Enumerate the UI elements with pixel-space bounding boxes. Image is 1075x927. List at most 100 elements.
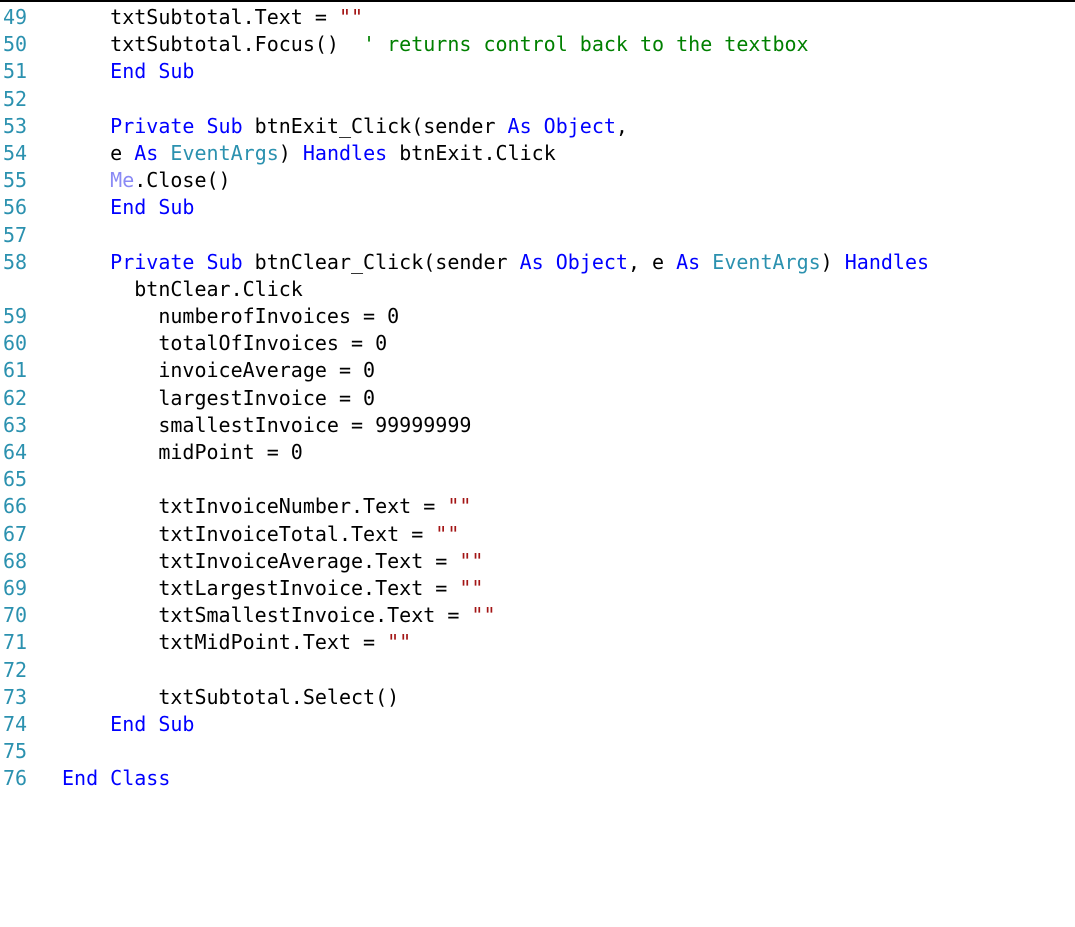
code-token: btnClear_Click(sender: [242, 249, 520, 274]
code-token: btnExit.Click: [387, 140, 556, 165]
code-line: 56 End Sub: [0, 194, 1075, 221]
line-number: 51: [3, 59, 28, 84]
line-number: 56: [3, 195, 28, 220]
code-token: "": [435, 521, 460, 546]
code-text: Me.Close(): [62, 167, 1075, 194]
code-token: txtInvoiceNumber.Text =: [158, 494, 448, 519]
code-text: txtSubtotal.Text = "": [62, 4, 1075, 31]
code-token: As: [676, 249, 701, 274]
code-line: 54 e As EventArgs) Handles btnExit.Click: [0, 140, 1075, 167]
line-number: 64: [3, 440, 28, 464]
line-number: 75: [3, 739, 28, 764]
code-token: txtInvoiceAverage.Text =: [158, 548, 460, 573]
code-token: totalOfInvoices = 0: [158, 331, 388, 356]
code-line: 73 txtSubtotal.Select(): [0, 684, 1075, 711]
code-token: txtSubtotal.Text =: [110, 5, 339, 29]
code-token: Object: [555, 249, 628, 274]
code-token: "": [459, 575, 484, 600]
code-line: 68 txtInvoiceAverage.Text = "": [0, 548, 1075, 575]
code-line: btnClear.Click: [0, 276, 1075, 303]
line-number: 70: [3, 603, 28, 628]
code-token: txtSmallestInvoice.Text =: [158, 603, 472, 628]
line-number: 62: [3, 385, 28, 410]
line-number: 76: [3, 766, 28, 791]
code-line: 62 largestInvoice = 0: [0, 385, 1075, 412]
line-number: [0, 276, 62, 303]
code-token: Private Sub: [110, 249, 243, 274]
code-text: txtSmallestInvoice.Text = "": [62, 602, 1075, 629]
code-text: Private Sub btnClear_Click(sender As Obj…: [62, 249, 1075, 276]
code-text: numberofInvoices = 0: [62, 303, 1075, 330]
code-line: 61 invoiceAverage = 0: [0, 357, 1075, 384]
code-token: "": [471, 603, 496, 628]
code-token: ' returns control back to the textbox: [363, 32, 809, 57]
code-text: txtSubtotal.Select(): [62, 684, 1075, 711]
code-token: btnExit_Click(sender: [242, 113, 508, 138]
line-number: 66: [3, 494, 28, 519]
code-token: .Close(): [134, 168, 231, 193]
code-text: txtInvoiceAverage.Text = "": [62, 548, 1075, 575]
code-text: End Sub: [62, 194, 1075, 221]
line-number: 65: [3, 467, 28, 492]
code-line: 66 txtInvoiceNumber.Text = "": [0, 493, 1075, 520]
code-token: e: [110, 140, 135, 165]
line-number: 53: [3, 113, 28, 138]
line-number: 73: [3, 684, 28, 709]
line-number: 58: [3, 249, 28, 274]
code-text: txtSubtotal.Focus() ' returns control ba…: [62, 31, 1075, 58]
code-text: txtLargestInvoice.Text = "": [62, 575, 1075, 602]
code-token: Private Sub: [110, 113, 243, 138]
code-token: As: [507, 113, 532, 138]
code-token: End Sub: [110, 711, 195, 736]
code-token: txtLargestInvoice.Text =: [158, 575, 460, 600]
code-line: 57: [0, 222, 1075, 249]
code-token: numberofInvoices = 0: [158, 304, 400, 329]
code-token: "": [459, 548, 484, 573]
line-number: 71: [3, 630, 28, 655]
code-token: ): [278, 140, 303, 165]
code-line: 50 txtSubtotal.Focus() ' returns control…: [0, 31, 1075, 58]
code-line: 59 numberofInvoices = 0: [0, 303, 1075, 330]
line-number: 55: [3, 168, 28, 193]
code-line: 71 txtMidPoint.Text = "": [0, 629, 1075, 656]
line-number: 60: [3, 331, 28, 356]
code-token: invoiceAverage = 0: [158, 358, 376, 383]
top-rule: [0, 0, 1075, 2]
line-number: 49: [3, 5, 28, 29]
code-token: , e: [627, 249, 677, 274]
code-token: Handles: [844, 249, 930, 274]
code-token: ,: [615, 113, 628, 138]
code-line: 52: [0, 86, 1075, 113]
code-line: 55 Me.Close(): [0, 167, 1075, 194]
code-text: End Sub: [62, 711, 1075, 738]
code-token: largestInvoice = 0: [158, 385, 376, 410]
line-number: 52: [3, 86, 28, 111]
code-text: txtInvoiceNumber.Text = "": [62, 493, 1075, 520]
code-line: 58 Private Sub btnClear_Click(sender As …: [0, 249, 1075, 276]
code-text: btnClear.Click: [62, 276, 1075, 303]
code-text: totalOfInvoices = 0: [62, 330, 1075, 357]
code-token: End Sub: [110, 195, 195, 220]
code-text: invoiceAverage = 0: [62, 357, 1075, 384]
code-line: 69 txtLargestInvoice.Text = "": [0, 575, 1075, 602]
code-line: 53 Private Sub btnExit_Click(sender As O…: [0, 113, 1075, 140]
code-token: btnClear.Click: [134, 276, 303, 301]
code-text: e As EventArgs) Handles btnExit.Click: [62, 140, 1075, 167]
code-token: "": [387, 630, 412, 655]
code-token: smallestInvoice = 99999999: [158, 412, 472, 437]
line-number: 54: [3, 140, 28, 165]
code-line: 72: [0, 657, 1075, 684]
code-token: End Class: [62, 766, 171, 791]
code-token: EventArgs: [712, 249, 821, 274]
code-token: ): [820, 249, 845, 274]
code-text: End Class: [62, 765, 1075, 792]
